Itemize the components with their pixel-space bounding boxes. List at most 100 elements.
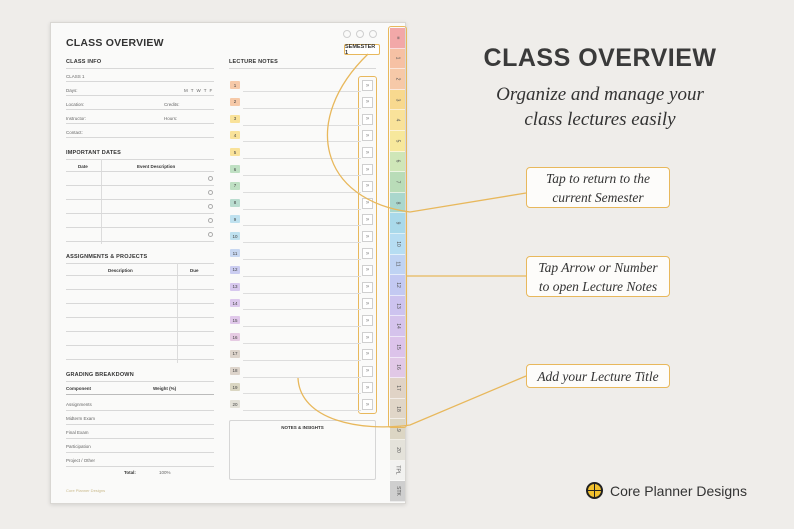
lecture-number-1[interactable]: 1: [230, 81, 240, 89]
lecture-title-field[interactable]: [243, 141, 361, 143]
lecture-arrow-icon[interactable]: »: [362, 113, 373, 125]
lecture-title-field[interactable]: [243, 242, 361, 244]
lecture-number-3[interactable]: 3: [230, 114, 240, 123]
lecture-arrow-icon[interactable]: »: [362, 231, 373, 243]
lecture-arrow-icon[interactable]: »: [362, 348, 373, 360]
lecture-title-field[interactable]: [243, 124, 361, 126]
lecture-title-field[interactable]: [243, 259, 361, 260]
lecture-title-field[interactable]: [243, 275, 361, 277]
lecture-title-field[interactable]: [243, 208, 361, 210]
notes-insights-box[interactable]: NOTES & INSIGHTS: [229, 420, 376, 480]
lecture-number-10[interactable]: 10: [230, 232, 240, 241]
lecture-arrow-icon[interactable]: »: [362, 298, 373, 310]
lecture-arrow-icon[interactable]: »: [362, 332, 373, 343]
lecture-number-17[interactable]: 17: [230, 349, 240, 358]
side-tab-stk[interactable]: STK: [390, 481, 405, 502]
planner-page: CLASS OVERVIEW SEMESTER 1 CLASS INFO CLA…: [50, 22, 406, 504]
divider: [66, 137, 214, 138]
info-icon[interactable]: [343, 30, 351, 38]
table-row[interactable]: [66, 303, 214, 304]
table-row[interactable]: [66, 331, 214, 332]
lecture-title-field[interactable]: [243, 376, 361, 378]
divider: [66, 109, 214, 110]
lecture-title-field[interactable]: [243, 158, 361, 160]
table-row[interactable]: [66, 275, 214, 276]
lecture-arrow-icon[interactable]: »: [362, 80, 373, 91]
lecture-title-field[interactable]: [243, 191, 361, 193]
lecture-arrow-icon[interactable]: »: [362, 281, 373, 293]
lecture-number-13[interactable]: 13: [230, 282, 240, 291]
col-description: Description: [108, 268, 133, 273]
lecture-number-7[interactable]: 7: [230, 181, 240, 190]
divider: [66, 123, 214, 124]
side-tab-20[interactable]: 20: [390, 440, 405, 461]
lecture-number-8[interactable]: 8: [230, 198, 240, 207]
lecture-number-5[interactable]: 5: [230, 148, 240, 157]
table-row[interactable]: [66, 317, 214, 318]
lecture-arrow-icon[interactable]: »: [362, 147, 373, 159]
lecture-title-field[interactable]: [243, 225, 361, 227]
home-icon[interactable]: [369, 30, 377, 38]
table-row[interactable]: [66, 171, 214, 172]
callout-line: Tap Arrow or Number: [538, 259, 658, 275]
table-row[interactable]: [66, 345, 214, 346]
lecture-title-field[interactable]: [243, 343, 361, 344]
table-row[interactable]: [66, 213, 214, 214]
table-row[interactable]: [66, 199, 214, 200]
col-event: Event Description: [137, 164, 176, 169]
class-name[interactable]: CLASS 1: [66, 74, 85, 79]
semester-button[interactable]: SEMESTER 1: [344, 44, 380, 56]
table-row[interactable]: [66, 185, 214, 186]
lecture-arrow-icon[interactable]: »: [362, 130, 373, 142]
lecture-title-field[interactable]: [243, 410, 361, 412]
lecture-title-field[interactable]: [243, 326, 361, 328]
lecture-arrow-icon[interactable]: »: [362, 399, 373, 411]
table-row[interactable]: [66, 289, 214, 290]
lecture-arrow-icon[interactable]: »: [362, 365, 373, 377]
lecture-arrow-icon[interactable]: »: [362, 248, 373, 259]
lecture-title-field[interactable]: [243, 175, 361, 176]
lecture-number-14[interactable]: 14: [230, 299, 240, 308]
lecture-arrow-icon[interactable]: »: [362, 214, 373, 226]
side-tab-tpl[interactable]: TPL: [390, 460, 405, 482]
lecture-arrow-icon[interactable]: »: [362, 96, 373, 108]
lecture-number-16[interactable]: 16: [230, 333, 240, 341]
day-w[interactable]: W: [197, 88, 204, 93]
lecture-number-20[interactable]: 20: [230, 400, 240, 409]
lecture-number-18[interactable]: 18: [230, 366, 240, 375]
lecture-number-12[interactable]: 12: [230, 265, 240, 274]
table-row[interactable]: [66, 241, 214, 242]
checkbox-icon[interactable]: [208, 176, 213, 181]
lecture-arrow-icon[interactable]: »: [362, 264, 373, 276]
lecture-number-2[interactable]: 2: [230, 97, 240, 106]
lecture-number-6[interactable]: 6: [230, 165, 240, 173]
lecture-arrow-icon[interactable]: »: [362, 382, 373, 394]
lecture-title-field[interactable]: [243, 359, 361, 361]
lecture-number-11[interactable]: 11: [230, 249, 240, 257]
lecture-arrow-icon[interactable]: »: [362, 164, 373, 175]
table-row[interactable]: [66, 227, 214, 228]
lecture-title-field[interactable]: [243, 309, 361, 311]
day-m[interactable]: M: [184, 88, 191, 93]
checkbox-icon[interactable]: [208, 232, 213, 237]
lecture-title-field[interactable]: [243, 107, 361, 109]
divider: [177, 263, 178, 363]
checkbox-icon[interactable]: [208, 190, 213, 195]
subheading-line: class lectures easily: [524, 109, 676, 130]
checkbox-icon[interactable]: [208, 204, 213, 209]
lecture-number-19[interactable]: 19: [230, 383, 240, 392]
lecture-title-field[interactable]: [243, 91, 361, 92]
lecture-number-15[interactable]: 15: [230, 316, 240, 325]
calendar-icon[interactable]: [356, 30, 364, 38]
checkbox-icon[interactable]: [208, 218, 213, 223]
lecture-arrow-icon[interactable]: »: [362, 315, 373, 327]
marketing-subheading: Organize and manage your class lectures …: [460, 82, 740, 132]
lecture-title-field[interactable]: [243, 393, 361, 395]
lecture-arrow-icon[interactable]: »: [362, 180, 373, 192]
day-f[interactable]: F: [210, 88, 216, 93]
lecture-number-4[interactable]: 4: [230, 131, 240, 140]
lecture-arrow-icon[interactable]: »: [362, 197, 373, 209]
table-row[interactable]: [66, 359, 214, 360]
lecture-title-field[interactable]: [243, 292, 361, 294]
lecture-number-9[interactable]: 9: [230, 215, 240, 224]
